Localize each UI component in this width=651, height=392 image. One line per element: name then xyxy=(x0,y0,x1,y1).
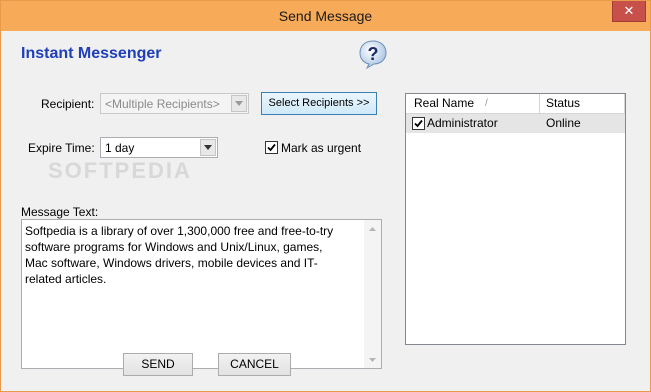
message-text: Softpedia is a library of over 1,300,000… xyxy=(25,224,334,286)
row-real-name: Administrator xyxy=(427,116,498,130)
chevron-down-icon xyxy=(231,95,247,112)
chevron-down-icon[interactable] xyxy=(200,139,216,156)
table-row[interactable]: Administrator Online xyxy=(406,114,625,133)
sort-icon: / xyxy=(485,98,488,109)
row-status: Online xyxy=(546,116,581,130)
select-recipients-button[interactable]: Select Recipients >> xyxy=(261,92,377,115)
watermark-main: SOFTPEDIA xyxy=(48,158,192,183)
window-title: Send Message xyxy=(278,8,373,24)
column-divider[interactable] xyxy=(539,94,540,113)
title-bar[interactable]: Send Message ✕ xyxy=(1,1,650,31)
mark-urgent-checkbox[interactable] xyxy=(265,141,278,154)
svg-text:?: ? xyxy=(368,44,379,64)
scroll-up-icon[interactable] xyxy=(364,220,381,237)
column-header-status[interactable]: Status xyxy=(546,96,580,110)
scroll-down-icon[interactable] xyxy=(364,351,381,368)
dialog-body: Instant Messenger ? Recipient: <Multiple… xyxy=(1,31,650,391)
mark-urgent-label[interactable]: Mark as urgent xyxy=(281,141,361,155)
expire-time-label: Expire Time: xyxy=(28,141,95,155)
message-textarea[interactable]: Softpedia is a library of over 1,300,000… xyxy=(21,219,382,369)
list-header: Real Name / Status xyxy=(406,94,625,114)
recipient-value: <Multiple Recipients> xyxy=(105,97,220,111)
message-scrollbar[interactable] xyxy=(364,220,381,368)
column-header-real-name[interactable]: Real Name xyxy=(414,96,474,110)
row-checkbox[interactable] xyxy=(412,117,425,130)
expire-time-select[interactable]: 1 day xyxy=(100,137,218,158)
message-text-label: Message Text: xyxy=(21,205,99,219)
send-button[interactable]: SEND xyxy=(123,353,193,376)
recipient-combo: <Multiple Recipients> xyxy=(100,93,249,114)
send-message-window: Send Message ✕ Instant Messenger ? Recip… xyxy=(0,0,651,392)
column-divider xyxy=(624,94,625,113)
help-icon[interactable]: ? xyxy=(358,39,388,70)
page-title: Instant Messenger xyxy=(21,45,162,62)
recipient-label: Recipient: xyxy=(41,97,95,111)
softpedia-watermark: SOFTPEDIA xyxy=(48,158,192,184)
checkmark-icon xyxy=(414,119,423,128)
checkmark-icon xyxy=(267,143,276,152)
cancel-button[interactable]: CANCEL xyxy=(218,353,291,376)
recipients-list[interactable]: Real Name / Status Administrator Online xyxy=(405,93,626,345)
close-button[interactable]: ✕ xyxy=(612,1,646,22)
expire-time-value: 1 day xyxy=(105,141,135,155)
